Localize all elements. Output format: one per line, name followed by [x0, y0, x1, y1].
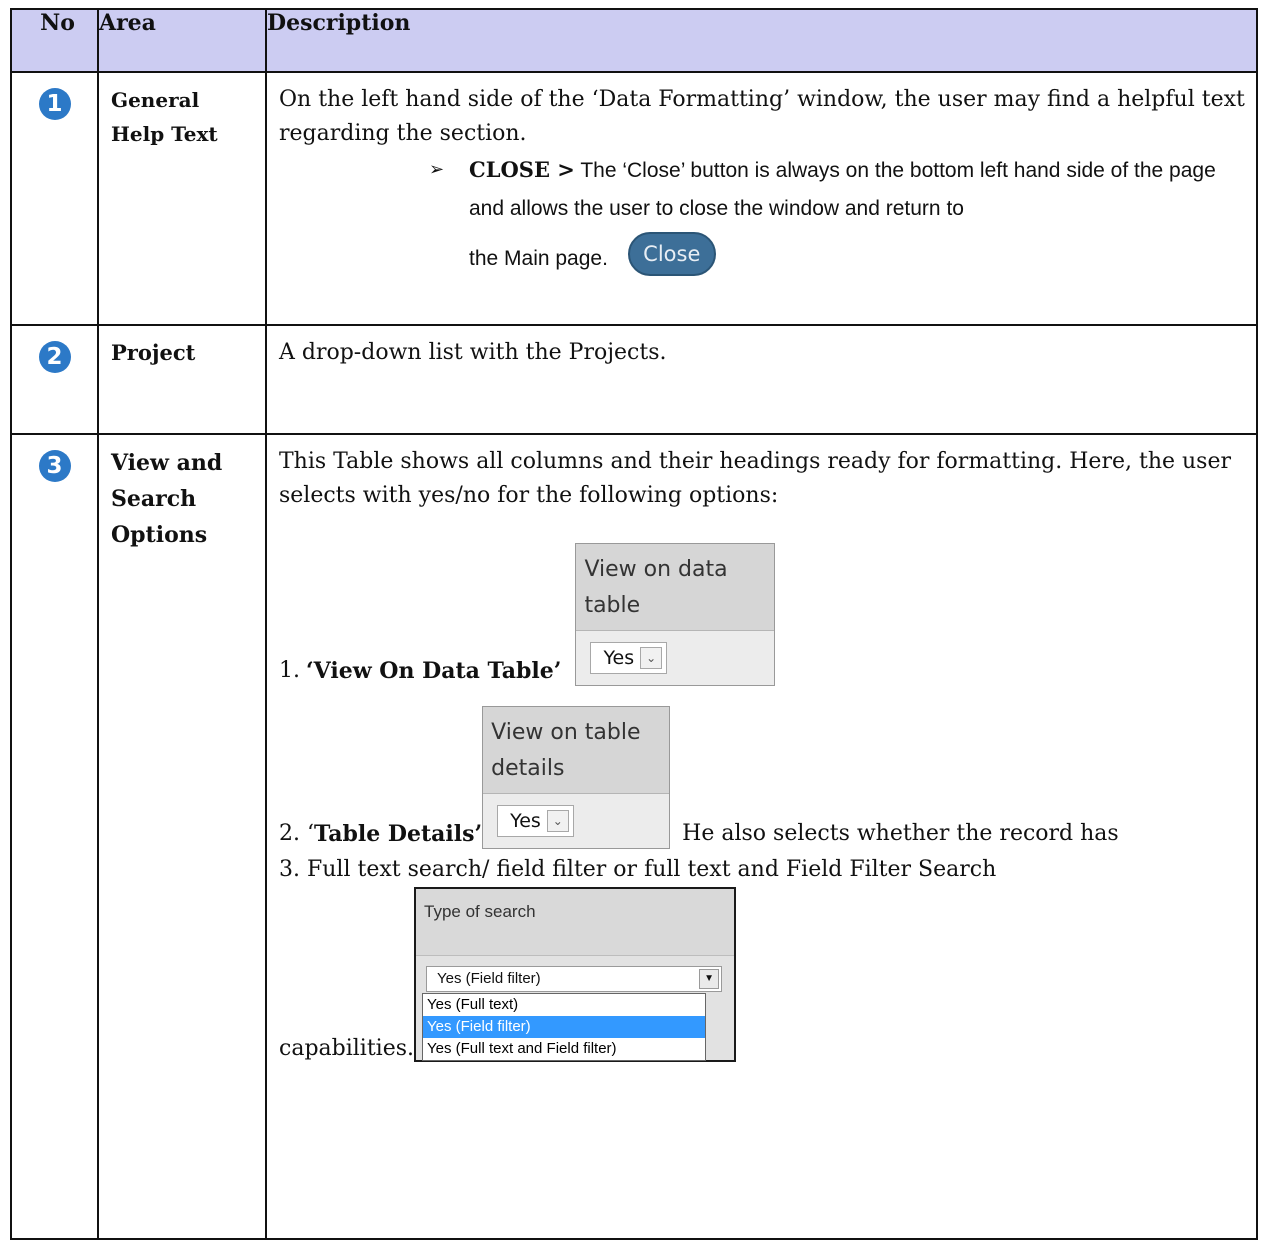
row-number-cell: 1	[10, 71, 99, 326]
table-header-row: No Area Description	[10, 8, 1258, 73]
option-full-text[interactable]: Yes (Full text)	[423, 994, 705, 1016]
header-description: Description	[265, 8, 1258, 73]
option-item-type-of-search: capabilities. Type of search Yes (Field …	[279, 887, 1246, 1062]
item-after-text: He also selects whether the record has	[682, 821, 1119, 846]
area-cell: View and Search Options	[97, 433, 267, 1240]
area-label-line: View and	[111, 450, 223, 476]
table-row: 2 Project A drop-down list with the Proj…	[10, 324, 1258, 435]
area-cell: Project	[97, 324, 267, 435]
item3-text: 3. Full text search/ field filter or ful…	[279, 857, 997, 882]
item-label: ‘View On Data Table’	[306, 658, 562, 684]
description-cell: This Table shows all columns and their h…	[265, 433, 1258, 1240]
view-on-table-details-widget: View on table details Yes ⌄	[482, 706, 671, 849]
table-row: 1 General Help Text On the left hand sid…	[10, 71, 1258, 326]
widget-body: Yes ⌄	[576, 631, 775, 685]
yes-no-select[interactable]: Yes ⌄	[590, 642, 668, 674]
widget-heading: View on table details	[483, 707, 670, 794]
item-label: Table Details’	[313, 821, 483, 847]
item-prefix: 1.	[279, 658, 300, 683]
widget-body: Yes ⌄	[483, 794, 670, 848]
chevron-down-icon[interactable]: ▼	[699, 969, 720, 989]
description-cell: A drop-down list with the Projects.	[265, 324, 1258, 435]
number-badge-icon: 3	[38, 450, 71, 482]
row-number-cell: 2	[10, 324, 99, 435]
widget-body: Yes (Field filter) ▼ Yes (Full text) Yes…	[416, 956, 734, 1061]
bullet-end-line: the Main page. Close	[279, 232, 1246, 278]
area-label-line: Options	[111, 522, 208, 548]
number-badge-icon: 2	[38, 341, 71, 373]
row-number-cell: 3	[10, 433, 99, 1240]
help-table: No Area Description 1 General Help Text …	[10, 8, 1258, 1240]
type-of-search-widget: Type of search Yes (Field filter) ▼ Yes …	[414, 887, 737, 1062]
option-full-text-and-field-filter[interactable]: Yes (Full text and Field filter)	[423, 1038, 705, 1060]
description-cell: On the left hand side of the ‘Data Forma…	[265, 71, 1258, 326]
select-value: Yes	[603, 647, 635, 669]
area-cell: General Help Text	[97, 71, 267, 326]
select-value: Yes (Field filter)	[437, 970, 541, 987]
search-type-options: Yes (Full text) Yes (Field filter) Yes (…	[422, 993, 707, 1061]
table-row: 3 View and Search Options This Table sho…	[10, 433, 1258, 1240]
option-field-filter[interactable]: Yes (Field filter)	[423, 1016, 706, 1038]
select-value: Yes	[510, 810, 541, 832]
area-label-line: Search	[111, 486, 197, 512]
bullet-item: ➢ CLOSE > The ‘Close’ button is always o…	[279, 151, 1246, 228]
bullet-label: CLOSE >	[469, 157, 575, 182]
widget-heading: View on data table	[576, 544, 775, 631]
number-badge-icon: 1	[38, 88, 71, 120]
option-item-table-details: 2. ‘ Table Details’ View on table detail…	[279, 706, 1246, 849]
widget-heading: Type of search	[416, 889, 735, 956]
yes-no-select[interactable]: Yes ⌄	[497, 805, 574, 837]
option-item-view-on-data-table: 1. ‘View On Data Table’ View on data tab…	[279, 543, 1246, 686]
item-trailing: capabilities.	[279, 1036, 415, 1061]
search-type-select[interactable]: Yes (Field filter) ▼	[426, 966, 723, 992]
chevron-down-icon[interactable]: ⌄	[546, 810, 569, 832]
view-on-data-table-widget: View on data table Yes ⌄	[575, 543, 776, 686]
chevron-down-icon[interactable]: ⌄	[640, 647, 663, 669]
header-area: Area	[97, 8, 267, 73]
description-text: On the left hand side of the ‘Data Forma…	[279, 87, 1245, 146]
description-text: This Table shows all columns and their h…	[279, 449, 1231, 508]
bullet-text-end: the Main page.	[469, 247, 608, 270]
item-prefix: 2. ‘	[279, 821, 314, 846]
header-no: No	[10, 8, 99, 73]
area-label: General Help Text	[111, 88, 218, 146]
area-label: Project	[111, 340, 196, 365]
description-text: A drop-down list with the Projects.	[279, 340, 667, 365]
bullet-text: The ‘Close’ button is always on the bott…	[469, 159, 1216, 220]
close-button[interactable]: Close	[627, 232, 716, 276]
arrow-bullet-icon: ➢	[429, 159, 445, 180]
